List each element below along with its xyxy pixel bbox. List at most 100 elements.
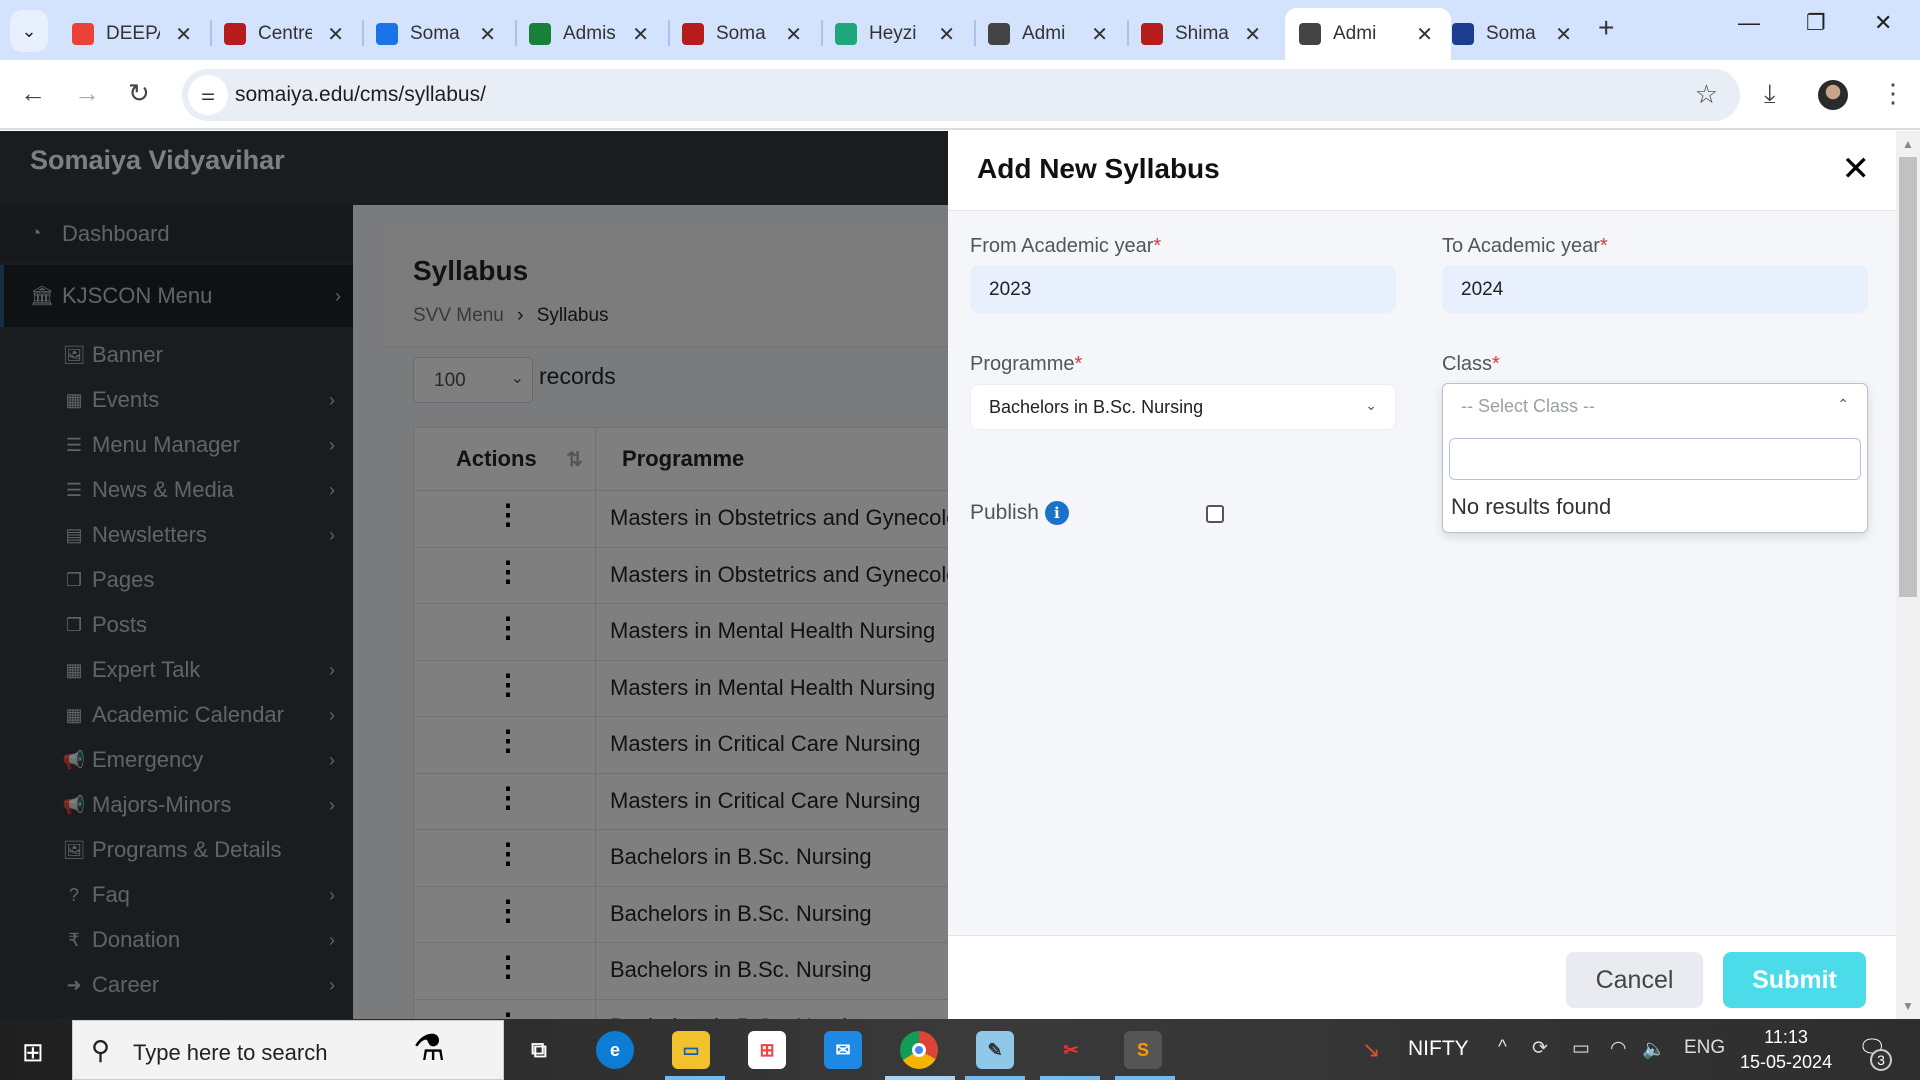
url-text[interactable]: somaiya.edu/cms/syllabus/ xyxy=(235,83,486,107)
tab-title: Shima xyxy=(1175,23,1229,44)
scroll-up-arrow[interactable]: ▲ xyxy=(1902,137,1914,151)
chevron-down-icon: ⌄ xyxy=(21,20,37,41)
browser-tab[interactable]: Admi ✕ xyxy=(974,8,1126,60)
search-placeholder: Type here to search xyxy=(133,1040,328,1065)
sheets-icon xyxy=(529,23,551,45)
wifi-icon[interactable]: ◠ xyxy=(1610,1037,1627,1060)
globe-icon xyxy=(1299,23,1321,45)
class-label: Class* xyxy=(1442,353,1500,375)
cancel-button[interactable]: Cancel xyxy=(1566,952,1703,1008)
scroll-down-arrow[interactable]: ▼ xyxy=(1902,999,1914,1013)
page-scrollbar[interactable]: ▲ ▼ xyxy=(1896,131,1920,1019)
gmail-icon xyxy=(72,23,94,45)
site-info-icon[interactable]: ⚌ xyxy=(188,75,228,115)
modal-backdrop[interactable] xyxy=(0,131,948,1019)
running-indicator xyxy=(1115,1076,1175,1080)
class-select-dropdown[interactable]: -- Select Class -- ⌃ No results found xyxy=(1442,383,1868,533)
to-year-field[interactable]: 2024 xyxy=(1442,265,1868,313)
scrollbar-thumb[interactable] xyxy=(1899,157,1917,597)
tab-search-button[interactable]: ⌄ xyxy=(10,10,48,52)
volume-icon[interactable]: 🔈 xyxy=(1642,1037,1666,1061)
stock-ticker[interactable]: NIFTY xyxy=(1408,1037,1469,1061)
from-year-label: From Academic year* xyxy=(970,235,1162,257)
browser-tab[interactable]: Heyzi ✕ xyxy=(821,8,973,60)
browser-tab[interactable]: Admi ✕ xyxy=(1285,8,1451,60)
running-indicator xyxy=(965,1076,1025,1080)
chrome-icon[interactable] xyxy=(900,1031,938,1069)
minimize-button[interactable]: — xyxy=(1738,10,1760,36)
update-icon[interactable]: ⟳ xyxy=(1532,1037,1548,1060)
battery-icon[interactable]: ▭ xyxy=(1572,1037,1590,1060)
close-tab-icon[interactable]: ✕ xyxy=(327,22,344,47)
tab-title: Soma xyxy=(1486,23,1536,44)
snipping-tool-icon[interactable]: ✂ xyxy=(1052,1031,1090,1069)
globe-icon xyxy=(988,23,1010,45)
clock[interactable]: 11:13 15-05-2024 xyxy=(1740,1025,1832,1075)
running-indicator xyxy=(1040,1076,1100,1080)
windows-start-icon[interactable]: ⊞ xyxy=(22,1037,44,1068)
close-tab-icon[interactable]: ✕ xyxy=(785,22,802,47)
download-icon[interactable]: ⤓ xyxy=(1764,78,1776,110)
close-tab-icon[interactable]: ✕ xyxy=(1555,22,1572,47)
class-placeholder[interactable]: -- Select Class -- xyxy=(1461,396,1595,417)
bookmark-star-icon[interactable]: ☆ xyxy=(1695,79,1718,110)
modal-footer: Cancel Submit xyxy=(948,935,1896,1019)
reload-button[interactable]: ↻ xyxy=(128,78,150,109)
tab-title: Admi xyxy=(1333,23,1377,44)
notepad-icon[interactable]: ✎ xyxy=(976,1031,1014,1069)
tab-title: Soma xyxy=(410,23,460,44)
close-window-button[interactable]: ✕ xyxy=(1874,10,1892,36)
from-year-field[interactable]: 2023 xyxy=(970,265,1396,313)
browser-tab[interactable]: Shima ✕ xyxy=(1127,8,1279,60)
no-results-message: No results found xyxy=(1451,494,1612,519)
taskbar-search[interactable]: ⚲ Type here to search ⚗ xyxy=(72,1020,504,1080)
profile-avatar[interactable] xyxy=(1818,80,1848,110)
programme-select[interactable]: Bachelors in B.Sc. Nursing ⌄ xyxy=(970,384,1396,430)
mail-icon[interactable]: ✉ xyxy=(824,1031,862,1069)
browser-menu-icon[interactable]: ⋮ xyxy=(1880,78,1906,109)
browser-tab[interactable]: Soma ✕ xyxy=(362,8,514,60)
search-icon: ⚲ xyxy=(91,1035,111,1065)
running-indicator xyxy=(665,1076,725,1080)
browser-tab[interactable]: Soma ✕ xyxy=(1438,8,1590,60)
tab-title: Centre xyxy=(258,23,312,44)
close-tab-icon[interactable]: ✕ xyxy=(479,22,496,47)
class-search-input[interactable] xyxy=(1449,438,1861,480)
close-tab-icon[interactable]: ✕ xyxy=(1091,22,1108,47)
windows-taskbar: ⊞ ⚲ Type here to search ⚗ ⧉ e ▭ ⊞ ✉ ✎ ✂ … xyxy=(0,1019,1920,1080)
browser-tab-strip: ⌄ DEEPA ✕ Centre ✕ Soma ✕ Admis ✕ Soma ✕… xyxy=(0,0,1920,60)
show-hidden-icons[interactable]: ^ xyxy=(1498,1037,1507,1059)
close-tab-icon[interactable]: ✕ xyxy=(1244,22,1261,47)
close-tab-icon[interactable]: ✕ xyxy=(1416,22,1433,47)
publish-checkbox[interactable] xyxy=(1206,505,1224,523)
language-indicator[interactable]: ENG xyxy=(1684,1037,1725,1059)
programme-value: Bachelors in B.Sc. Nursing xyxy=(989,397,1204,417)
microsoft-store-icon[interactable]: ⊞ xyxy=(748,1031,786,1069)
forward-button[interactable]: → xyxy=(74,78,100,109)
browser-tab[interactable]: Centre ✕ xyxy=(210,8,362,60)
address-bar[interactable]: ⚌ somaiya.edu/cms/syllabus/ ☆ xyxy=(182,69,1740,121)
tab-title: DEEPA xyxy=(106,23,160,44)
new-tab-button[interactable]: + xyxy=(1598,12,1614,44)
stock-down-icon[interactable]: ↘ xyxy=(1362,1037,1380,1063)
browser-tab[interactable]: Soma ✕ xyxy=(668,8,820,60)
info-icon[interactable]: i xyxy=(1044,501,1069,525)
clock-date: 15-05-2024 xyxy=(1740,1052,1833,1072)
submit-button[interactable]: Submit xyxy=(1723,952,1866,1008)
close-icon[interactable]: ✕ xyxy=(1842,149,1871,189)
close-tab-icon[interactable]: ✕ xyxy=(175,22,192,47)
edge-icon[interactable]: e xyxy=(596,1031,634,1069)
close-tab-icon[interactable]: ✕ xyxy=(632,22,649,47)
sublime-text-icon[interactable]: S xyxy=(1124,1031,1162,1069)
file-explorer-icon[interactable]: ▭ xyxy=(672,1031,710,1069)
restore-button[interactable]: ❐ xyxy=(1806,10,1826,36)
browser-tab[interactable]: DEEPA ✕ xyxy=(58,8,210,60)
chevron-down-icon: ⌄ xyxy=(1365,397,1377,413)
task-view-icon[interactable]: ⧉ xyxy=(520,1031,558,1069)
somaiya-trust-icon xyxy=(1452,23,1474,45)
back-button[interactable]: ← xyxy=(20,78,46,109)
running-indicator xyxy=(885,1076,955,1080)
close-tab-icon[interactable]: ✕ xyxy=(938,22,955,47)
browser-tab[interactable]: Admis ✕ xyxy=(515,8,667,60)
web-page: Somaiya Vidyavihar ◔ Dashboard 🏛 KJSCON … xyxy=(0,131,1920,1019)
